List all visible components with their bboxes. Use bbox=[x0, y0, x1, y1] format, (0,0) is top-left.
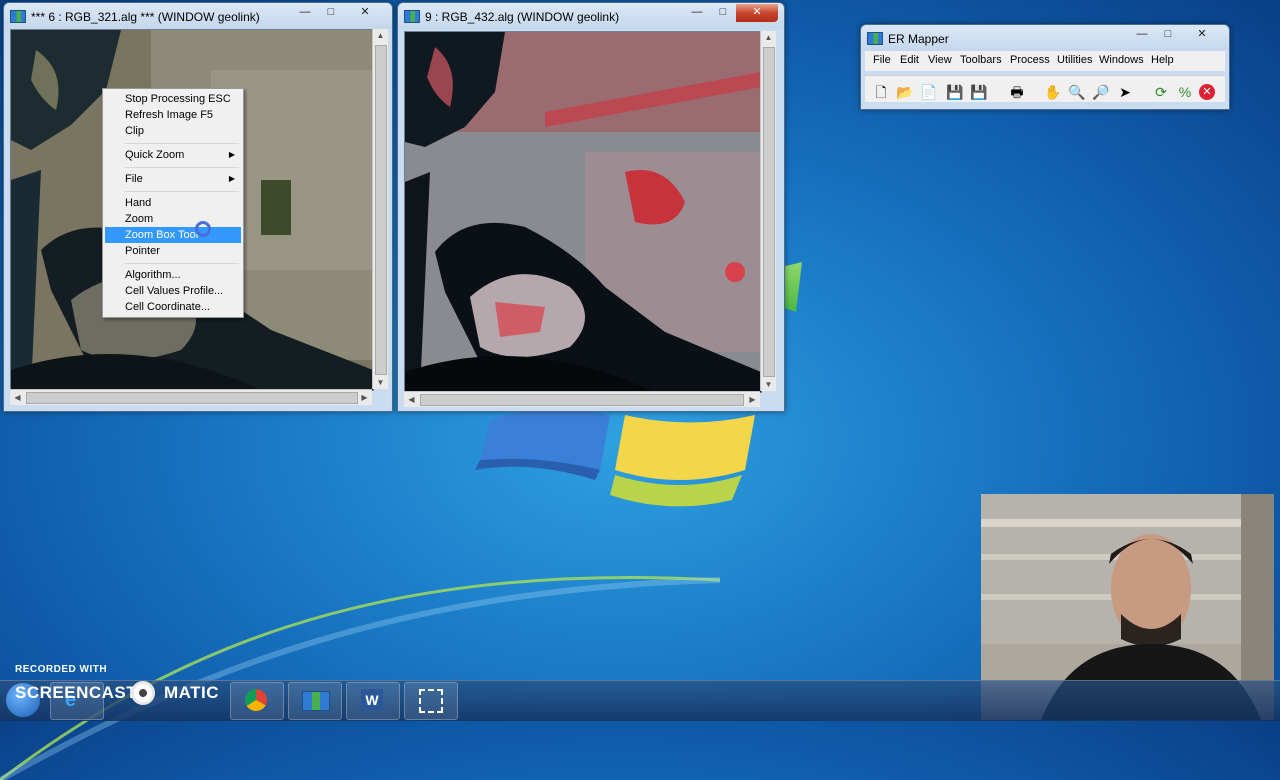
ermapper-icon bbox=[10, 10, 26, 23]
taskbar-snipping[interactable] bbox=[404, 682, 458, 720]
menu-item-cell-coordinate[interactable]: Cell Coordinate... bbox=[105, 299, 241, 315]
scroll-thumb[interactable] bbox=[763, 47, 775, 377]
taskbar-chrome[interactable] bbox=[230, 682, 284, 720]
ermapper-window[interactable]: ER Mapper — □ ✕ File Edit View Toolbars … bbox=[860, 24, 1230, 110]
green-flag-piece bbox=[782, 262, 802, 312]
recorded-with-label: RECORDED WITH bbox=[15, 664, 108, 675]
busy-cursor-icon bbox=[195, 221, 211, 237]
menu-item-label: File bbox=[125, 173, 143, 185]
submenu-arrow-icon: ▶ bbox=[228, 150, 235, 159]
vertical-scrollbar[interactable]: ▲ ▼ bbox=[372, 29, 388, 389]
menu-help[interactable]: Help bbox=[1151, 54, 1174, 66]
scroll-left-arrow[interactable]: ◀ bbox=[404, 395, 419, 404]
scroll-thumb-h[interactable] bbox=[420, 394, 744, 406]
menu-separator bbox=[125, 167, 239, 168]
menu-item-quick-zoom[interactable]: Quick Zoom ▶ bbox=[105, 147, 241, 163]
scroll-down-arrow[interactable]: ▼ bbox=[373, 378, 388, 387]
menu-separator bbox=[125, 191, 239, 192]
close-button[interactable]: ✕ bbox=[1181, 26, 1223, 44]
ermapper-icon bbox=[867, 32, 883, 45]
menu-item-clip[interactable]: Clip bbox=[105, 123, 241, 139]
menu-item-stop-processing[interactable]: Stop Processing ESC bbox=[105, 91, 241, 107]
taskbar-ermapper[interactable] bbox=[288, 682, 342, 720]
menu-item-pointer[interactable]: Pointer bbox=[105, 243, 241, 259]
minimize-button[interactable]: — bbox=[1129, 26, 1155, 44]
scroll-down-arrow[interactable]: ▼ bbox=[761, 380, 776, 389]
menu-item-hand[interactable]: Hand bbox=[105, 195, 241, 211]
window-title: ER Mapper bbox=[888, 32, 949, 46]
menu-item-file[interactable]: File ▶ bbox=[105, 171, 241, 187]
windows-logo bbox=[475, 408, 755, 507]
refresh-icon[interactable]: ⟳ bbox=[1151, 82, 1171, 102]
horizontal-scrollbar[interactable]: ◀ ▶ bbox=[404, 391, 760, 407]
print-icon[interactable]: 🖶 bbox=[1007, 82, 1027, 102]
scroll-up-arrow[interactable]: ▲ bbox=[373, 31, 388, 40]
menu-process[interactable]: Process bbox=[1010, 54, 1050, 66]
save-icon[interactable]: 💾 bbox=[945, 82, 965, 102]
maximize-button[interactable]: □ bbox=[318, 4, 344, 22]
zoom-icon[interactable]: 🔍 bbox=[1067, 82, 1087, 102]
stop-icon[interactable]: ✕ bbox=[1199, 84, 1215, 100]
menu-item-label: Quick Zoom bbox=[125, 149, 185, 161]
submenu-arrow-icon: ▶ bbox=[228, 174, 235, 183]
menu-separator bbox=[125, 143, 239, 144]
menu-item-refresh-image[interactable]: Refresh Image F5 bbox=[105, 107, 241, 123]
scroll-left-arrow[interactable]: ◀ bbox=[10, 393, 25, 402]
pointer-icon[interactable]: ➤ bbox=[1115, 82, 1135, 102]
menu-item-cell-values-profile[interactable]: Cell Values Profile... bbox=[105, 283, 241, 299]
horizontal-scrollbar[interactable]: ◀ ▶ bbox=[10, 389, 372, 405]
maximize-button[interactable]: □ bbox=[710, 4, 736, 22]
menu-item-algorithm[interactable]: Algorithm... bbox=[105, 267, 241, 283]
scroll-right-arrow[interactable]: ▶ bbox=[745, 395, 760, 404]
minimize-button[interactable]: — bbox=[684, 4, 710, 22]
screencastomatic-logo-icon bbox=[131, 681, 155, 705]
zoom-box-icon[interactable]: 🔎 bbox=[1091, 82, 1111, 102]
open-icon[interactable]: 📂 bbox=[895, 82, 915, 102]
menu-windows[interactable]: Windows bbox=[1099, 54, 1144, 66]
percent-icon[interactable]: % bbox=[1175, 82, 1195, 102]
window-title: *** 6 : RGB_321.alg *** (WINDOW geolink) bbox=[31, 10, 260, 24]
toolbar: 🗋 📂 📄 💾 💾 🖶 ✋ 🔍 🔎 ➤ ⟳ % ✕ bbox=[865, 75, 1225, 102]
title-bar[interactable]: 9 : RGB_432.alg (WINDOW geolink) — □ ✕ bbox=[398, 3, 784, 29]
taskbar-word[interactable]: W bbox=[346, 682, 400, 720]
context-menu: Stop Processing ESC Refresh Image F5 Cli… bbox=[102, 88, 244, 318]
menu-item-zoom-box-tool[interactable]: Zoom Box Tool bbox=[105, 227, 241, 243]
menu-toolbars[interactable]: Toolbars bbox=[960, 54, 1002, 66]
new-icon[interactable]: 🗋 bbox=[871, 82, 891, 102]
menu-bar: File Edit View Toolbars Process Utilitie… bbox=[865, 51, 1225, 71]
matic-label: MATIC bbox=[164, 683, 220, 702]
copy-icon[interactable]: 📄 bbox=[919, 82, 939, 102]
title-bar[interactable]: ER Mapper — □ ✕ bbox=[861, 25, 1229, 51]
chrome-icon bbox=[245, 689, 267, 711]
snipping-icon bbox=[419, 689, 443, 713]
title-bar[interactable]: *** 6 : RGB_321.alg *** (WINDOW geolink)… bbox=[4, 3, 392, 29]
scroll-up-arrow[interactable]: ▲ bbox=[761, 33, 776, 42]
image-canvas-false-color[interactable] bbox=[404, 31, 762, 393]
image-window-rgb432[interactable]: 9 : RGB_432.alg (WINDOW geolink) — □ ✕ ▲… bbox=[397, 2, 785, 412]
screencast-label: SCREENCAST bbox=[15, 683, 138, 702]
hand-icon[interactable]: ✋ bbox=[1043, 82, 1063, 102]
close-button[interactable]: ✕ bbox=[736, 4, 778, 22]
satellite-image-false-color bbox=[405, 32, 761, 392]
menu-edit[interactable]: Edit bbox=[900, 54, 919, 66]
scroll-thumb[interactable] bbox=[375, 45, 387, 375]
menu-separator bbox=[125, 263, 239, 264]
scroll-right-arrow[interactable]: ▶ bbox=[357, 393, 372, 402]
ermapper-icon bbox=[404, 10, 420, 23]
menu-item-zoom[interactable]: Zoom bbox=[105, 211, 241, 227]
close-button[interactable]: ✕ bbox=[344, 4, 386, 22]
word-icon: W bbox=[361, 689, 383, 711]
scroll-thumb-h[interactable] bbox=[26, 392, 358, 404]
menu-utilities[interactable]: Utilities bbox=[1057, 54, 1092, 66]
maximize-button[interactable]: □ bbox=[1155, 26, 1181, 44]
window-title: 9 : RGB_432.alg (WINDOW geolink) bbox=[425, 10, 620, 24]
minimize-button[interactable]: — bbox=[292, 4, 318, 22]
ermapper-icon bbox=[302, 691, 330, 711]
desktop-swoosh bbox=[0, 576, 721, 780]
save-as-icon[interactable]: 💾 bbox=[969, 82, 989, 102]
menu-file[interactable]: File bbox=[873, 54, 891, 66]
vertical-scrollbar[interactable]: ▲ ▼ bbox=[760, 31, 776, 391]
menu-view[interactable]: View bbox=[928, 54, 952, 66]
